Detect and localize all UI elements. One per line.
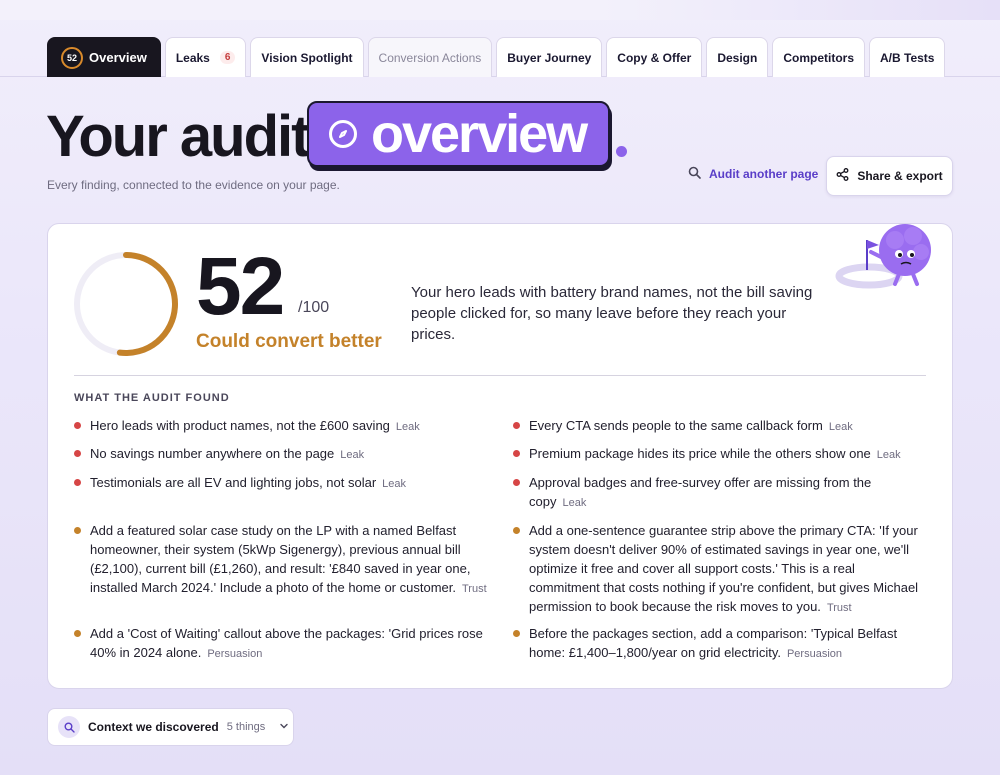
tab-label: Copy & Offer xyxy=(617,50,692,65)
audit-another-page-link[interactable]: Audit another page xyxy=(688,166,818,182)
finding-tag: Persuasion xyxy=(207,648,263,660)
page-subtitle: Every finding, connected to the evidence… xyxy=(47,178,340,192)
share-icon xyxy=(836,168,849,184)
persuasion-bullet xyxy=(74,630,81,637)
tab-label: A/B Tests xyxy=(880,50,935,65)
tab-design[interactable]: Design xyxy=(706,37,769,77)
finding-item[interactable]: Add a featured solar case study on the L… xyxy=(74,521,494,599)
finding-item[interactable]: Add a one-sentence guarantee strip above… xyxy=(513,521,928,618)
finding-item[interactable]: No savings number anywhere on the page Le… xyxy=(74,444,494,465)
title-dot xyxy=(616,146,627,157)
leak-bullet xyxy=(74,479,81,486)
finding-text: Every CTA sends people to the same callb… xyxy=(529,418,823,433)
leak-bullet xyxy=(513,422,520,429)
compass-icon xyxy=(329,120,357,148)
finding-text: Testimonials are all EV and lighting job… xyxy=(90,475,377,490)
leak-bullet xyxy=(74,422,81,429)
search-icon xyxy=(688,166,701,182)
score-status: Could convert better xyxy=(196,331,382,352)
finding-tag: Leak xyxy=(340,449,365,461)
leak-bullet xyxy=(74,450,81,457)
tab-label: Leaks xyxy=(175,50,210,65)
tab-buyer-journey[interactable]: Buyer Journey xyxy=(496,37,603,77)
tab-conversion-actions[interactable]: Conversion Actions xyxy=(367,37,493,77)
score-value: 52 xyxy=(196,241,285,332)
finding-tag: Leak xyxy=(562,497,587,509)
score-summary: Your hero leads with battery brand names… xyxy=(411,284,813,343)
findings-heading: WHAT THE AUDIT FOUND xyxy=(74,392,230,404)
leak-bullet xyxy=(513,450,520,457)
context-label: Context we discovered xyxy=(88,720,219,734)
finding-text: Add a 'Cost of Waiting' callout above th… xyxy=(90,626,483,660)
finding-item[interactable]: Approval badges and free-survey offer ar… xyxy=(513,473,883,513)
search-icon xyxy=(58,716,80,738)
tab-leaks[interactable]: Leaks 6 xyxy=(164,37,247,77)
finding-item[interactable]: Testimonials are all EV and lighting job… xyxy=(74,473,494,494)
finding-tag: Leak xyxy=(395,421,420,433)
tab-vision-spotlight[interactable]: Vision Spotlight xyxy=(250,37,364,77)
finding-text: Add a featured solar case study on the L… xyxy=(90,523,471,595)
page-title: Your audit xyxy=(46,104,310,169)
finding-tag: Trust xyxy=(461,583,487,595)
tab-label: Competitors xyxy=(783,50,854,65)
card-divider xyxy=(74,375,926,376)
leaks-count-badge: 6 xyxy=(219,51,236,64)
finding-tag: Leak xyxy=(382,478,407,490)
finding-text: No savings number anywhere on the page xyxy=(90,446,335,461)
trust-bullet xyxy=(74,527,81,534)
finding-item[interactable]: Every CTA sends people to the same callb… xyxy=(513,416,928,437)
tab-ab-tests[interactable]: A/B Tests xyxy=(869,37,946,77)
brain-mascot-icon xyxy=(835,224,931,289)
context-discovered-toggle[interactable]: Context we discovered 5 things xyxy=(47,708,294,746)
score-max: /100 xyxy=(298,299,330,316)
score-gauge xyxy=(74,252,178,356)
finding-item[interactable]: Hero leads with product names, not the £… xyxy=(74,416,494,437)
tab-overview[interactable]: 52 Overview xyxy=(47,37,161,77)
tab-label: Design xyxy=(717,50,758,65)
title-highlight-text: overview xyxy=(371,104,588,164)
finding-text: Add a one-sentence guarantee strip above… xyxy=(529,523,919,614)
share-export-label: Share & export xyxy=(857,169,943,183)
finding-text: Hero leads with product names, not the £… xyxy=(90,418,390,433)
tab-copy-offer[interactable]: Copy & Offer xyxy=(606,37,703,77)
finding-tag: Leak xyxy=(828,421,853,433)
tab-label: Conversion Actions xyxy=(378,50,482,65)
tab-label: Overview xyxy=(89,50,147,65)
finding-tag: Leak xyxy=(876,449,901,461)
finding-item[interactable]: Premium package hides its price while th… xyxy=(513,444,928,465)
tab-score-ring: 52 xyxy=(61,46,83,69)
chevron-down-icon xyxy=(279,718,289,736)
trust-bullet xyxy=(513,527,520,534)
persuasion-bullet xyxy=(513,630,520,637)
score-gauge-arc xyxy=(116,252,178,356)
top-strip xyxy=(0,0,1000,20)
finding-item[interactable]: Before the packages section, add a compa… xyxy=(513,624,928,664)
title-highlight-pill: overview xyxy=(307,101,610,167)
finding-tag: Persuasion xyxy=(786,648,843,660)
finding-tag: Trust xyxy=(826,602,852,614)
tab-label: Buyer Journey xyxy=(507,50,592,65)
tab-competitors[interactable]: Competitors xyxy=(772,37,865,77)
audit-another-label: Audit another page xyxy=(709,167,819,181)
finding-item[interactable]: Add a 'Cost of Waiting' callout above th… xyxy=(74,624,494,664)
share-export-button[interactable]: Share & export xyxy=(826,156,953,196)
finding-text: Premium package hides its price while th… xyxy=(529,446,871,461)
leak-bullet xyxy=(513,479,520,486)
context-count: 5 things xyxy=(226,721,266,733)
tab-label: Vision Spotlight xyxy=(261,50,353,65)
tab-bar: 52 Overview Leaks 6 Vision Spotlight Con… xyxy=(47,37,946,77)
